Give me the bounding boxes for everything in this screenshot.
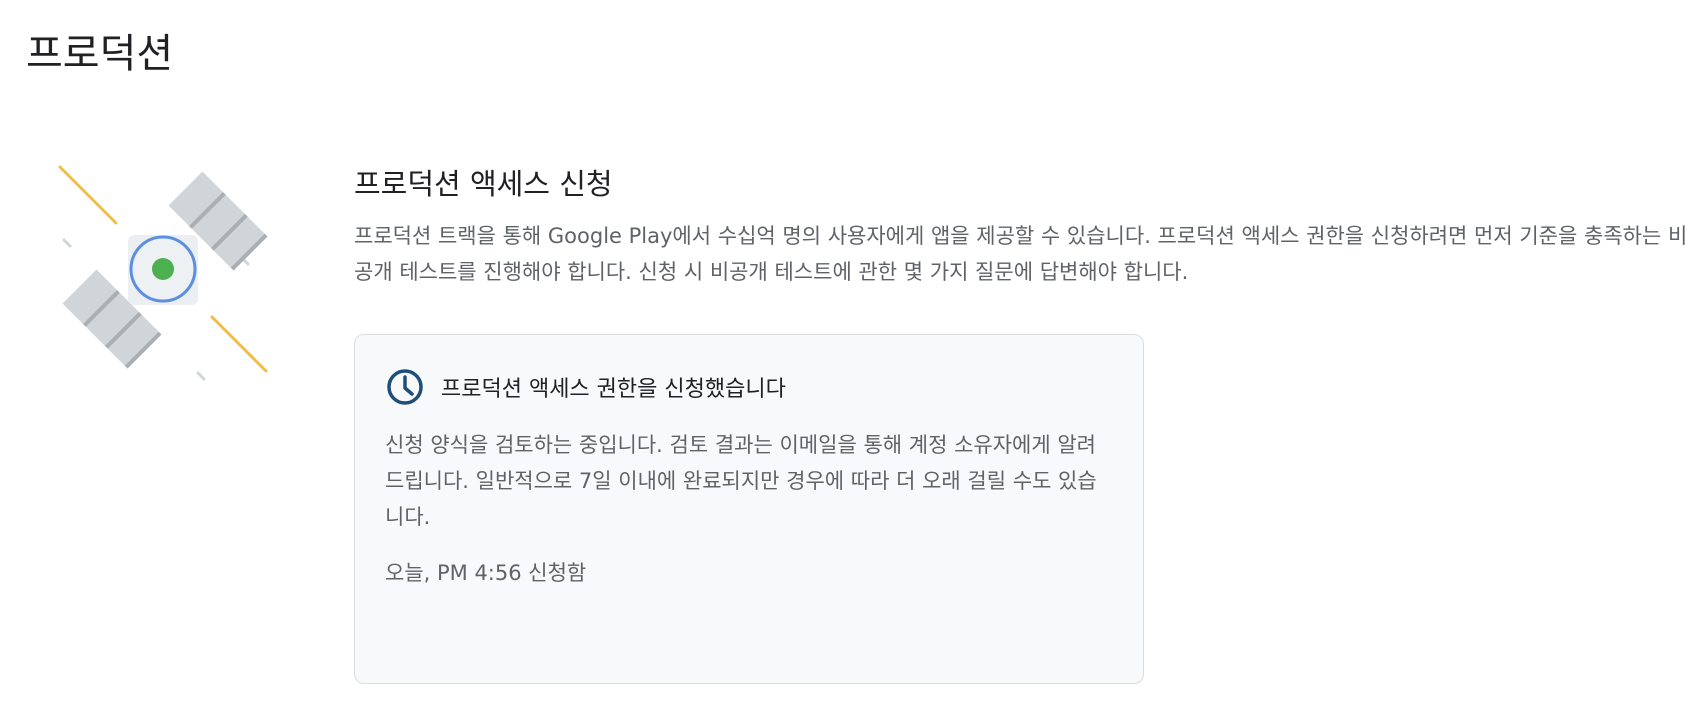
section-description: 프로덕션 트랙을 통해 Google Play에서 수십억 명의 사용자에게 앱… [354, 223, 1688, 284]
status-card: 프로덕션 액세스 권한을 신청했습니다 신청 양식을 검토하는 중입니다. 검토… [354, 334, 1144, 684]
section-title: 프로덕션 액세스 신청 [354, 167, 613, 201]
submitted-time: 오늘, PM 4:56 신청함 [385, 561, 587, 585]
access-request-section: 프로덕션 액세스 신청 프로덕션 트랙을 통해 Google Play에서 수십… [354, 166, 1694, 290]
satellite-illustration [40, 145, 290, 395]
clock-icon [385, 367, 425, 407]
satellite-icon [58, 165, 268, 381]
status-card-title: 프로덕션 액세스 권한을 신청했습니다 [441, 377, 786, 402]
page-title: 프로덕션 [26, 31, 174, 77]
status-card-body: 신청 양식을 검토하는 중입니다. 검토 결과는 이메일을 통해 계정 소유자에… [385, 433, 1097, 529]
status-card-header: 프로덕션 액세스 권한을 신청했습니다 [385, 367, 1113, 407]
